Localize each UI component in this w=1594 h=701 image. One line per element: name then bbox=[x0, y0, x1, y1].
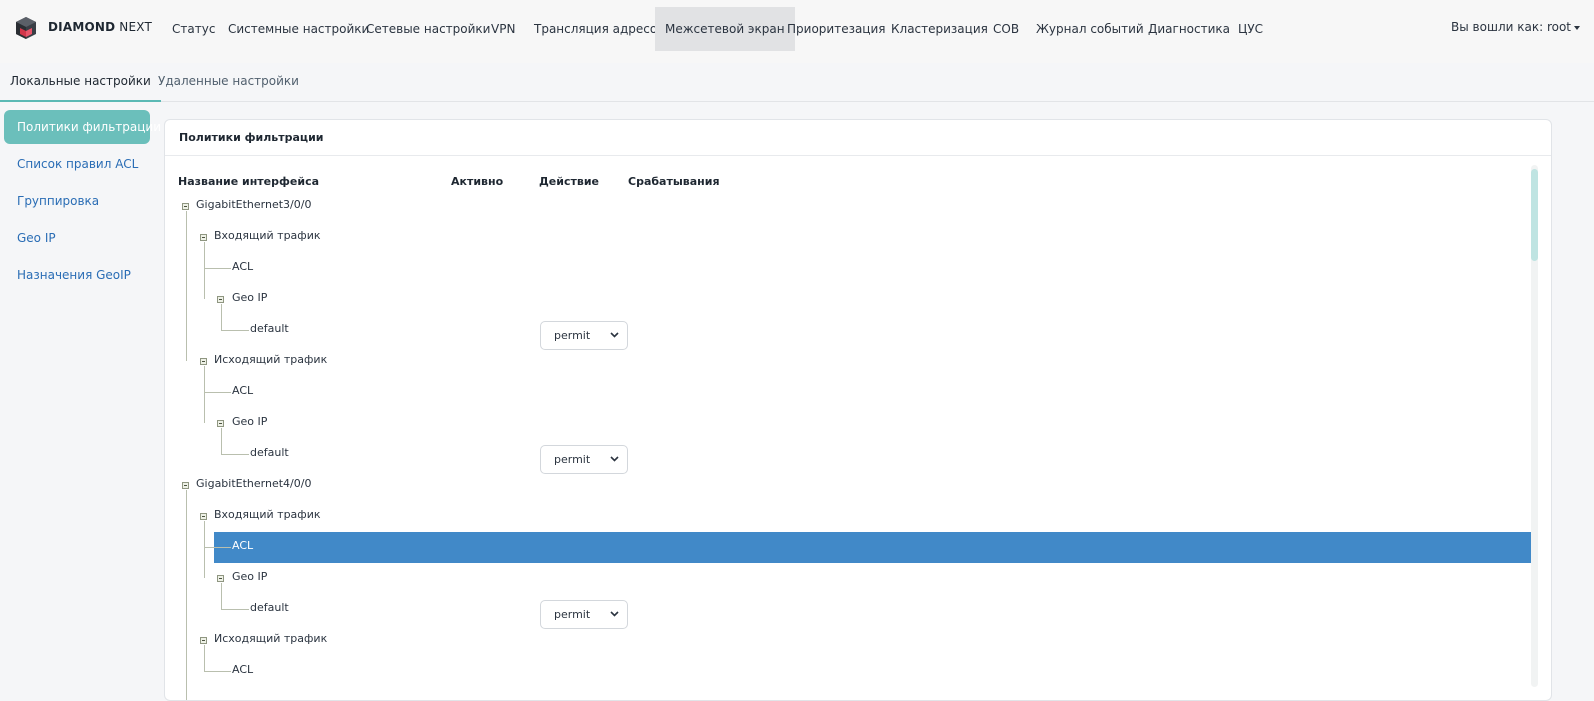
tree-node-label[interactable]: Входящий трафик bbox=[214, 508, 321, 521]
tree-branch-line bbox=[221, 330, 249, 331]
collapse-toggle-icon[interactable] bbox=[217, 575, 224, 582]
tree-guide-line bbox=[221, 583, 222, 609]
collapse-toggle-icon[interactable] bbox=[200, 637, 207, 644]
chevron-down-icon bbox=[610, 332, 619, 338]
nav-item-diagnostics[interactable]: Диагностика bbox=[1138, 7, 1240, 51]
tree-branch-line bbox=[221, 609, 249, 610]
collapse-toggle-icon[interactable] bbox=[182, 203, 189, 210]
tree-node-label[interactable]: Geo IP bbox=[232, 570, 267, 583]
tree-node-label[interactable]: ACL bbox=[232, 260, 253, 273]
collapse-toggle-icon[interactable] bbox=[182, 482, 189, 489]
tree-guide-line bbox=[204, 366, 205, 423]
collapse-toggle-icon[interactable] bbox=[200, 513, 207, 520]
tree-guide-line bbox=[186, 211, 187, 361]
filter-policies-panel: Политики фильтрации Название интерфейса … bbox=[164, 119, 1552, 701]
tree-branch-line bbox=[204, 268, 231, 269]
sidebar-item-grouping[interactable]: Группировка bbox=[4, 184, 150, 218]
nav-item-management-center[interactable]: ЦУС bbox=[1228, 7, 1273, 51]
subtabs-bar: Локальные настройки Удаленные настройки bbox=[0, 63, 1594, 102]
nav-item-nat[interactable]: Трансляция адресов bbox=[524, 7, 674, 51]
collapse-toggle-icon[interactable] bbox=[217, 420, 224, 427]
action-select[interactable]: permit bbox=[540, 445, 628, 474]
tab-local-settings[interactable]: Локальные настройки bbox=[0, 63, 161, 102]
nav-item-status[interactable]: Статус bbox=[162, 7, 225, 51]
tree-node-label[interactable]: default bbox=[250, 601, 289, 614]
tree-guide-line bbox=[204, 521, 205, 578]
sidebar-item-filter-policies[interactable]: Политики фильтрации bbox=[4, 110, 161, 144]
collapse-toggle-icon[interactable] bbox=[217, 296, 224, 303]
action-select-value: permit bbox=[554, 453, 591, 466]
nav-item-event-log[interactable]: Журнал событий bbox=[1026, 7, 1154, 51]
user-label: Вы вошли как: root bbox=[1451, 20, 1571, 34]
panel-scrollbar[interactable] bbox=[1531, 165, 1538, 687]
tree-node-label[interactable]: Входящий трафик bbox=[214, 229, 321, 242]
collapse-toggle-icon[interactable] bbox=[200, 234, 207, 241]
tree-node-label[interactable]: Исходящий трафик bbox=[214, 353, 327, 366]
tree-guide-line bbox=[204, 242, 205, 299]
chevron-down-icon bbox=[610, 456, 619, 462]
user-menu[interactable]: Вы вошли как: root bbox=[1451, 20, 1580, 34]
caret-down-icon bbox=[1574, 25, 1580, 30]
tree-node-label[interactable]: GigabitEthernet4/0/0 bbox=[196, 477, 311, 490]
action-select[interactable]: permit bbox=[540, 600, 628, 629]
tree-node-label[interactable]: GigabitEthernet3/0/0 bbox=[196, 198, 311, 211]
tree-guide-line bbox=[204, 645, 205, 671]
tree-node-label[interactable]: default bbox=[250, 446, 289, 459]
tree-node-label[interactable]: Geo IP bbox=[232, 291, 267, 304]
nav-item-vpn[interactable]: VPN bbox=[481, 7, 525, 51]
nav-item-firewall[interactable]: Межсетевой экран bbox=[655, 7, 795, 51]
sidebar-item-geoip-assignments[interactable]: Назначения GeoIP bbox=[4, 258, 150, 292]
collapse-toggle-icon[interactable] bbox=[200, 358, 207, 365]
tree-guide-line bbox=[221, 428, 222, 454]
selected-row-highlight bbox=[214, 532, 1531, 563]
tree-guide-line bbox=[221, 304, 222, 330]
tab-remote-settings[interactable]: Удаленные настройки bbox=[148, 63, 309, 100]
tree-branch-line bbox=[204, 547, 231, 548]
nav-item-prioritization[interactable]: Приоритезация bbox=[777, 7, 896, 51]
sidebar: Политики фильтрации Список правил ACL Гр… bbox=[4, 110, 161, 295]
brand-name: DIAMOND NEXT bbox=[48, 20, 152, 34]
tree-node-label[interactable]: default bbox=[250, 322, 289, 335]
scrollbar-thumb[interactable] bbox=[1531, 169, 1538, 261]
tree-guide-line bbox=[186, 490, 187, 700]
sidebar-item-acl-rules[interactable]: Список правил ACL bbox=[4, 147, 150, 181]
tree-branch-line bbox=[204, 671, 231, 672]
action-select-value: permit bbox=[554, 329, 591, 342]
tree-node-label[interactable]: ACL bbox=[232, 539, 253, 552]
tree-branch-line bbox=[204, 392, 231, 393]
interface-tree: GigabitEthernet3/0/0 Входящий трафик ACL Ge… bbox=[165, 120, 1531, 700]
tree-node-label[interactable]: Geo IP bbox=[232, 415, 267, 428]
action-select-value: permit bbox=[554, 608, 591, 621]
sidebar-item-geo-ip[interactable]: Geo IP bbox=[4, 221, 150, 255]
tree-node-label[interactable]: ACL bbox=[232, 663, 253, 676]
tree-branch-line bbox=[221, 454, 249, 455]
diamond-logo-icon bbox=[16, 17, 36, 39]
nav-item-network-settings[interactable]: Сетевые настройки bbox=[356, 7, 500, 51]
tree-node-label[interactable]: ACL bbox=[232, 384, 253, 397]
chevron-down-icon bbox=[610, 611, 619, 617]
tree-node-label[interactable]: Исходящий трафик bbox=[214, 632, 327, 645]
nav-item-ids[interactable]: СОВ bbox=[983, 7, 1029, 51]
nav-item-clustering[interactable]: Кластеризация bbox=[881, 7, 998, 51]
top-navbar: DIAMOND NEXT Статус Системные настройки … bbox=[0, 0, 1594, 64]
action-select[interactable]: permit bbox=[540, 321, 628, 350]
